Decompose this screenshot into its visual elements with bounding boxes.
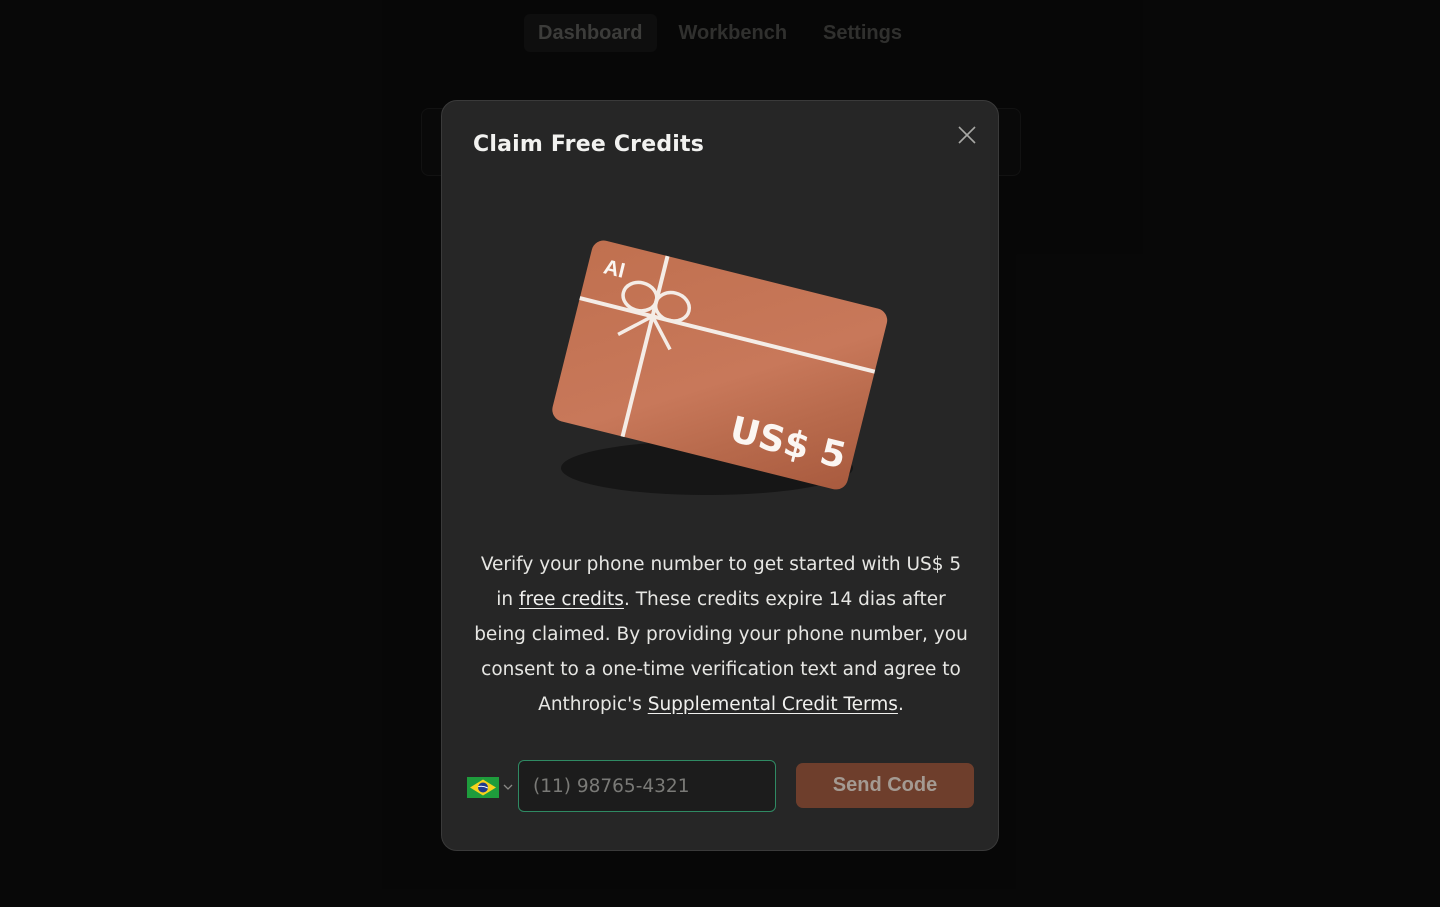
supplemental-credit-terms-link[interactable]: Supplemental Credit Terms bbox=[648, 694, 898, 715]
close-button[interactable] bbox=[954, 122, 980, 148]
free-credits-link[interactable]: free credits bbox=[519, 589, 624, 610]
description: Verify your phone number to get started … bbox=[472, 547, 970, 722]
phone-input[interactable] bbox=[518, 760, 776, 812]
brazil-flag-icon bbox=[467, 776, 499, 798]
chevron-down-icon bbox=[503, 784, 513, 790]
claim-credits-modal: Claim Free Credits AI US$ 5 Verify your … bbox=[441, 100, 999, 851]
description-text-3: . bbox=[897, 694, 904, 715]
send-code-button[interactable]: Send Code bbox=[796, 763, 974, 808]
country-select[interactable] bbox=[467, 774, 515, 800]
close-icon bbox=[958, 126, 976, 144]
page: Dashboard Workbench Settings Claim Free … bbox=[0, 0, 1440, 907]
modal-title: Claim Free Credits bbox=[473, 132, 705, 157]
gift-card-illustration: AI US$ 5 bbox=[552, 240, 888, 495]
